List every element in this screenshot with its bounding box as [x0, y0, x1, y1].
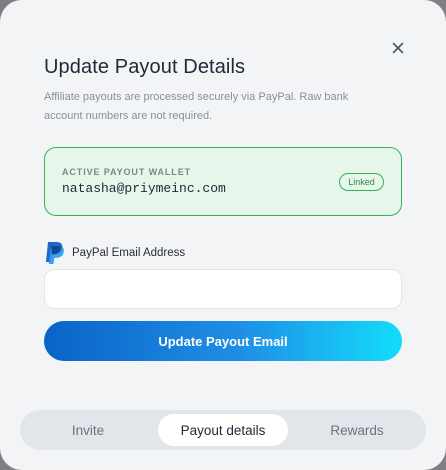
update-payout-modal: Update Payout Details Affiliate payouts …	[0, 0, 446, 470]
tab-rewards[interactable]: Rewards	[290, 414, 424, 446]
paypal-email-label: PayPal Email Address	[72, 247, 186, 259]
paypal-icon	[46, 242, 64, 264]
close-icon	[392, 42, 404, 54]
wallet-email: natasha@priymeinc.com	[62, 181, 226, 196]
update-payout-email-button[interactable]: Update Payout Email	[44, 321, 402, 361]
paypal-field-label-row: PayPal Email Address	[44, 241, 185, 265]
modal-title: Update Payout Details	[44, 56, 246, 78]
wallet-label: ACTIVE PAYOUT WALLET	[62, 167, 192, 177]
tab-invite[interactable]: Invite	[20, 414, 156, 446]
tab-bar: Invite Payout details Rewards	[20, 410, 426, 450]
linked-status-badge: Linked	[339, 173, 384, 191]
tab-payout-details[interactable]: Payout details	[158, 414, 288, 446]
active-wallet-card: ACTIVE PAYOUT WALLET natasha@priymeinc.c…	[44, 147, 402, 216]
modal-subtitle: Affiliate payouts are processed securely…	[44, 91, 349, 122]
paypal-email-input[interactable]	[44, 269, 402, 309]
close-button[interactable]	[389, 39, 407, 57]
